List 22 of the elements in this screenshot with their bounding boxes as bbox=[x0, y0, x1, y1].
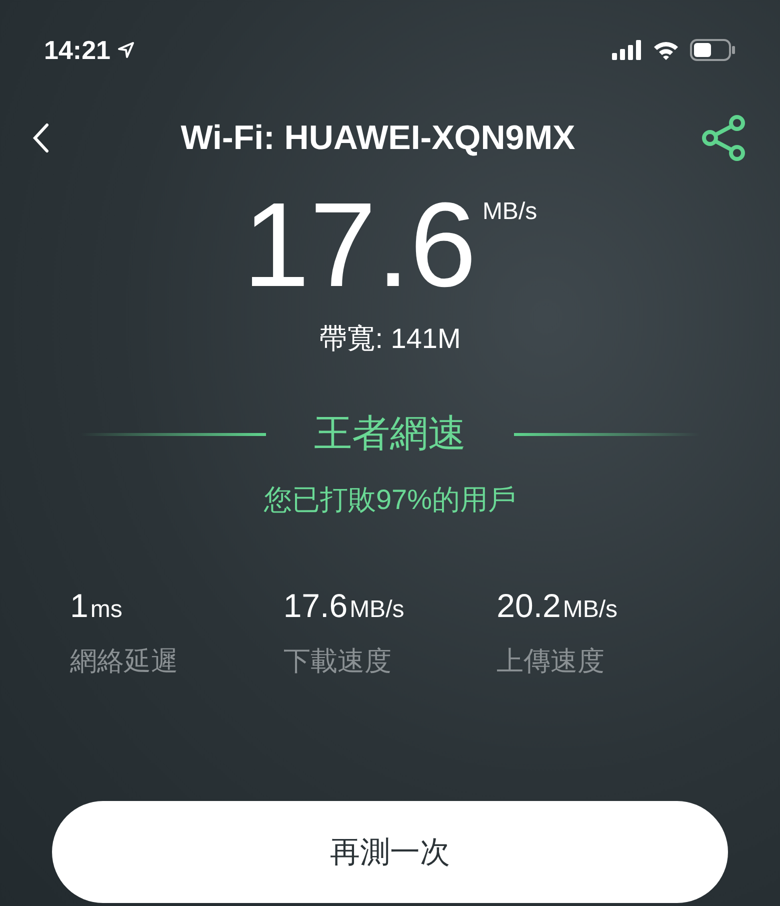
stat-value: 1 bbox=[70, 586, 88, 626]
rank-title: 王者網速 bbox=[314, 412, 466, 457]
signal-icon bbox=[612, 40, 642, 60]
stat-label: 網絡延遲 bbox=[70, 644, 179, 678]
stat-unit: ms bbox=[90, 595, 122, 625]
status-time: 14:21 bbox=[44, 34, 110, 66]
speed-unit: MB/s bbox=[482, 197, 538, 227]
speed-value: 17.6 bbox=[242, 190, 476, 300]
stat-unit: MB/s bbox=[350, 595, 404, 625]
battery-icon bbox=[690, 39, 736, 61]
bandwidth-label: 帶寬: 141M bbox=[319, 322, 461, 356]
stat-label: 上傳速度 bbox=[496, 644, 606, 678]
retest-button[interactable]: 再測一次 bbox=[52, 801, 728, 903]
wifi-icon bbox=[652, 40, 680, 60]
stat-value: 20.2 bbox=[496, 586, 561, 626]
stat-unit: MB/s bbox=[562, 595, 618, 625]
stat-label: 下載速度 bbox=[283, 644, 392, 678]
page-title: Wi-Fi: HUAWEI-XQN9MX bbox=[180, 118, 576, 158]
location-arrow-icon bbox=[116, 41, 134, 59]
share-button[interactable] bbox=[700, 112, 748, 164]
stat-value: 17.6 bbox=[283, 586, 348, 626]
rank-description: 您已打敗97%的用戶 bbox=[264, 483, 516, 517]
